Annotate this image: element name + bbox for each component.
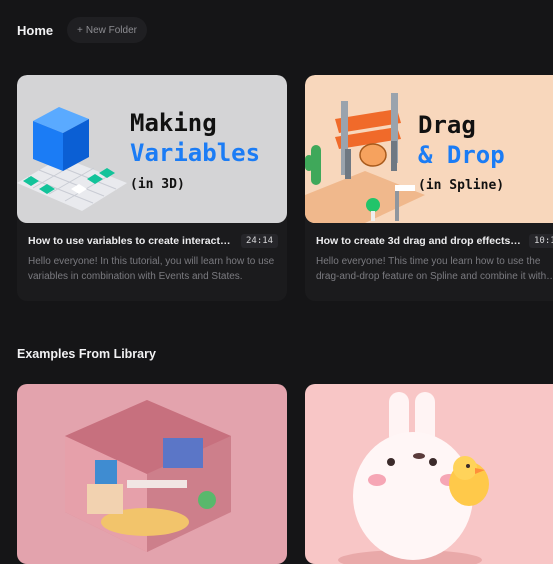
library-example-bunny[interactable] <box>305 384 553 564</box>
thumbnail-subtitle: (in Spline) <box>418 178 505 193</box>
thumbnail-title-line2: Variables <box>130 139 261 167</box>
page-title: Home <box>17 23 54 38</box>
thumbnail-title-line2: & Drop <box>418 141 505 169</box>
isometric-room-image <box>65 400 231 552</box>
duration-badge: 24:14 <box>241 234 279 248</box>
tutorial-title: How to create 3d drag and drop effects i… <box>316 235 521 247</box>
section-title: Examples From Library <box>17 347 156 361</box>
new-folder-button[interactable]: + New Folder <box>67 17 147 43</box>
tutorial-card-drag-drop[interactable]: Drag & Drop (in Spline) How to create 3d… <box>305 75 553 301</box>
new-folder-label: New Folder <box>85 24 137 36</box>
tutorial-meta: How to use variables to create interacti… <box>17 223 287 301</box>
tutorial-meta: How to create 3d drag and drop effects i… <box>305 223 553 301</box>
tutorial-thumbnail: Drag & Drop (in Spline) <box>305 75 553 223</box>
thumbnail-title-line1: Drag <box>418 111 476 139</box>
thumbnail-title-line1: Making <box>130 109 217 137</box>
duration-badge: 10:12 <box>529 234 553 248</box>
tutorial-thumbnail: Making Variables (in 3D) <box>17 75 287 223</box>
top-bar: Home + New Folder <box>0 0 553 60</box>
tutorial-description: Hello everyone! In this tutorial, you wi… <box>28 256 275 282</box>
tutorial-description: Hello everyone! This time you learn how … <box>316 256 547 282</box>
thumbnail-subtitle: (in 3D) <box>130 177 185 192</box>
bunny-character-image <box>338 392 489 564</box>
tutorial-card-variables[interactable]: Making Variables (in 3D) How to use vari… <box>17 75 287 301</box>
tutorial-title: How to use variables to create interacti… <box>28 235 233 247</box>
library-example-room[interactable] <box>17 384 287 564</box>
plus-icon: + <box>77 24 83 36</box>
